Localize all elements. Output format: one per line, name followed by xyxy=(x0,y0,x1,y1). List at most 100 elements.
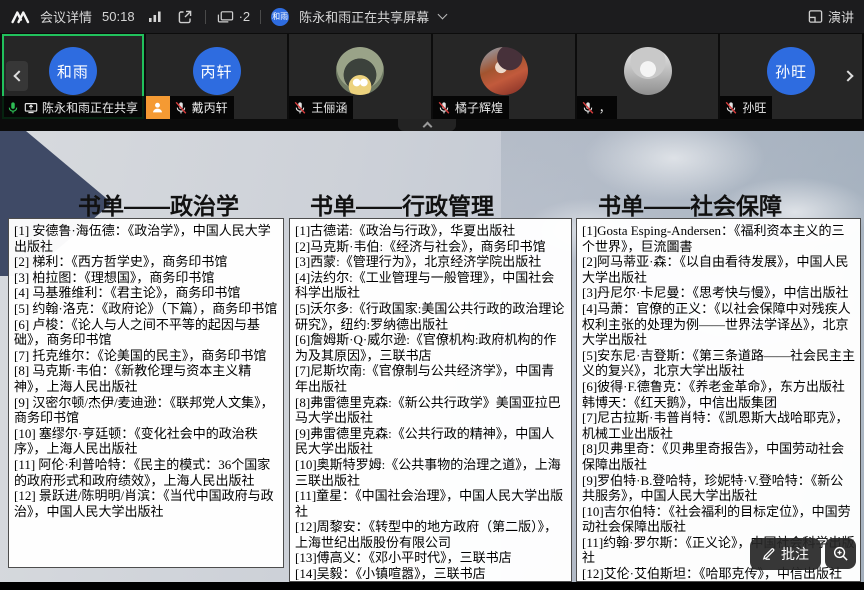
share-floating-toolbar: 批注 xyxy=(750,538,856,570)
book-list-item: [7]尼古拉斯·韦普肖特：《凯恩斯大战哈耶克》，机械工业出版社 xyxy=(582,410,855,441)
book-list-item: [2] 梯利：《西方哲学史》，商务印书馆 xyxy=(14,254,278,270)
top-bar: 会议详情 50:18 ·2 和雨 陈永和雨正在共享屏幕 演讲 xyxy=(0,0,864,33)
participant-tile[interactable]: 丙轩 戴丙轩 xyxy=(146,34,288,119)
book-list-item: [7]尼斯坎南:《官僚制与公共经济学》，中国青年出版社 xyxy=(295,363,566,394)
book-list-item: [12] 景跃进/陈明明/肖滨：《当代中国政府与政治》，中国人民大学出版社 xyxy=(14,488,278,519)
avatar xyxy=(336,47,384,95)
avatar: 和雨 xyxy=(49,47,97,95)
book-list-social-security: [1]Gosta Esping-Andersen：《福利资本主义的三个世界》，巨… xyxy=(576,218,861,582)
annotate-button[interactable]: 批注 xyxy=(750,538,821,570)
pencil-icon xyxy=(762,547,776,561)
book-list-item: [3]西蒙:《管理行为》，北京经济学院出版社 xyxy=(295,254,566,270)
book-list-item: [4]法约尔:《工业管理与一般管理》，中国社会科学出版社 xyxy=(295,270,566,301)
participant-tile[interactable]: 橘子辉煌 xyxy=(433,34,575,119)
book-list-item: [1]古德诺:《政治与行政》，华夏出版社 xyxy=(295,223,566,239)
chevron-right-icon xyxy=(842,70,853,81)
book-list-item: [5]安东尼·吉登斯：《第三条道路——社会民主主义的复兴》，北京大学出版社 xyxy=(582,348,855,379)
column-title-social-security: 书单——社会保障 xyxy=(598,187,782,219)
avatar xyxy=(480,47,528,95)
participant-name-tag: 戴丙轩 xyxy=(146,96,234,119)
magnifier-plus-icon xyxy=(832,545,849,562)
participant-filmstrip: 和雨 陈永和雨正在共享 丙轩 戴丙轩 xyxy=(0,33,864,131)
mic-muted-icon xyxy=(293,101,307,115)
sharing-status-dropdown[interactable]: 陈永和雨正在共享屏幕 xyxy=(299,7,429,26)
bottom-letterbox-bar xyxy=(0,582,864,590)
participant-name: ， xyxy=(599,99,611,116)
book-list-item: [1]Gosta Esping-Andersen：《福利资本主义的三个世界》，巨… xyxy=(582,223,855,254)
book-list-item: [9] 汉密尔顿/杰伊/麦迪逊：《联邦党人文集》，商务印书馆 xyxy=(14,395,278,426)
monitors-icon xyxy=(216,7,236,27)
book-list-item: [4]马萧：官僚的正义：《以社会保障中对残疾人权利主张的处理为例——世界法学译丛… xyxy=(582,301,855,348)
chevron-down-icon xyxy=(438,10,448,20)
column-title-public-admin: 书单——行政管理 xyxy=(310,187,494,219)
book-list-item: [12]周黎安：《转型中的地方政府（第二版）》，上海世纪出版股份有限公司 xyxy=(295,519,566,550)
meeting-details-button[interactable]: 会议详情 xyxy=(40,7,92,26)
book-list-item: [3]丹尼尔·卡尼曼：《思考快与慢》，中信出版社 xyxy=(582,285,855,301)
participant-tile[interactable]: ， xyxy=(577,34,719,119)
book-list-item: [8]弗雷德里克森:《新公共行政学》美国亚拉巴马大学出版社 xyxy=(295,395,566,426)
book-list-item: [5] 约翰·洛克：《政府论》（下篇），商务印书馆 xyxy=(14,301,278,317)
participant-tile[interactable]: 王俪涵 xyxy=(289,34,431,119)
chevron-left-icon xyxy=(13,70,24,81)
host-badge-icon xyxy=(146,96,170,119)
shared-screen-slide: 书单——政治学 书单——行政管理 书单——社会保障 [1] 安德鲁·海伍德：《政… xyxy=(0,131,864,582)
book-list-item: [2]马克斯·韦伯:《经济与社会》，商务印书馆 xyxy=(295,239,566,255)
book-list-item: [1] 安德鲁·海伍德：《政治学》，中国人民大学出版社 xyxy=(14,223,278,254)
participant-name: 戴丙轩 xyxy=(192,99,228,116)
filmstrip-scroll-left-button[interactable] xyxy=(6,61,28,91)
filmstrip-collapse-button[interactable] xyxy=(398,119,456,131)
book-list-item: [5]沃尔多:《行政国家:美国公共行政的政治理论研究》，纽约:罗纳德出版社 xyxy=(295,301,566,332)
annotate-label: 批注 xyxy=(781,544,809,564)
book-list-item: [2]阿马蒂亚·森：《以自由看待发展》，中国人民大学出版社 xyxy=(582,254,855,285)
divider xyxy=(205,10,206,24)
tencent-meeting-logo-icon xyxy=(10,7,30,27)
book-list-item: [7] 托克维尔：《论美国的民主》，商务印书馆 xyxy=(14,348,278,364)
participant-name: 孙旺 xyxy=(742,99,766,116)
book-list-public-admin: [1]古德诺:《政治与行政》，华夏出版社[2]马克斯·韦伯:《经济与社会》，商务… xyxy=(289,218,572,582)
meeting-timer: 50:18 xyxy=(102,9,135,24)
layout-view-icon xyxy=(808,7,823,27)
view-mode-label: 演讲 xyxy=(828,7,854,26)
avatar: 丙轩 xyxy=(193,47,241,95)
book-list-item: 韩博天：《红天鹅》，中信出版集团 xyxy=(582,395,855,411)
participant-name-tag: 王俪涵 xyxy=(289,96,353,119)
book-list-item: [14]吴毅：《小镇喧嚣》，三联书店 xyxy=(295,566,566,582)
participant-name-tag: 橘子辉煌 xyxy=(433,96,509,119)
participant-name-tag: ， xyxy=(577,96,617,119)
avatar: 孙旺 xyxy=(767,47,815,95)
book-list-item: [10]奥斯特罗姆:《公共事物的治理之道》，上海三联出版社 xyxy=(295,457,566,488)
pop-out-icon[interactable] xyxy=(175,7,195,27)
mic-on-icon xyxy=(6,101,20,115)
book-list-politics: [1] 安德鲁·海伍德：《政治学》，中国人民大学出版社[2] 梯利：《西方哲学史… xyxy=(8,218,284,568)
screen-share-icon xyxy=(24,101,38,115)
book-list-item: [10] 塞缪尔·亨廷顿：《变化社会中的政治秩序》，上海人民出版社 xyxy=(14,426,278,457)
meeting-window: 会议详情 50:18 ·2 和雨 陈永和雨正在共享屏幕 演讲 xyxy=(0,0,864,590)
shared-screens-indicator[interactable]: ·2 xyxy=(216,7,251,27)
book-list-item: [4] 马基雅维利：《君主论》，商务印书馆 xyxy=(14,285,278,301)
book-list-item: [11] 阿伦·利普哈特：《民主的模式：36个国家的政府形式和政府绩效》，上海人… xyxy=(14,457,278,488)
view-mode-button[interactable]: 演讲 xyxy=(808,7,854,27)
mic-muted-icon xyxy=(174,101,188,115)
book-list-item: [11]童星：《中国社会治理》，中国人民大学出版社 xyxy=(295,488,566,519)
participant-name-tag: 孙旺 xyxy=(720,96,772,119)
book-list-item: [13]傅高义：《邓小平时代》，三联书店 xyxy=(295,550,566,566)
participant-name: 陈永和雨正在共享 xyxy=(42,99,138,116)
filmstrip-scroll-right-button[interactable] xyxy=(838,61,860,91)
mic-muted-icon xyxy=(437,101,451,115)
book-list-item: [3] 柏拉图：《理想国》，商务印书馆 xyxy=(14,270,278,286)
book-list-item: [6]彼得·F.德鲁克：《养老金革命》，东方出版社 xyxy=(582,379,855,395)
book-list-item: [8] 马克斯·韦伯：《新教伦理与资本主义精神》，上海人民出版社 xyxy=(14,363,278,394)
participant-name-tag: 陈永和雨正在共享 xyxy=(2,96,144,119)
screens-count: ·2 xyxy=(239,9,251,24)
book-list-item: [10]吉尔伯特：《社会福利的目标定位》，中国劳动社会保障出版社 xyxy=(582,504,855,535)
chevron-up-icon xyxy=(422,122,432,132)
mic-muted-icon xyxy=(581,101,595,115)
column-title-politics: 书单——政治学 xyxy=(78,187,239,219)
book-list-item: [6]詹姆斯·Q·威尔逊:《官僚机构:政府机构的作为及其原因》，三联书店 xyxy=(295,332,566,363)
zoom-in-button[interactable] xyxy=(825,538,856,569)
network-signal-icon xyxy=(145,7,165,27)
participant-name: 王俪涵 xyxy=(311,99,347,116)
divider xyxy=(260,10,261,24)
mic-muted-icon xyxy=(724,101,738,115)
participant-name: 橘子辉煌 xyxy=(455,99,503,116)
